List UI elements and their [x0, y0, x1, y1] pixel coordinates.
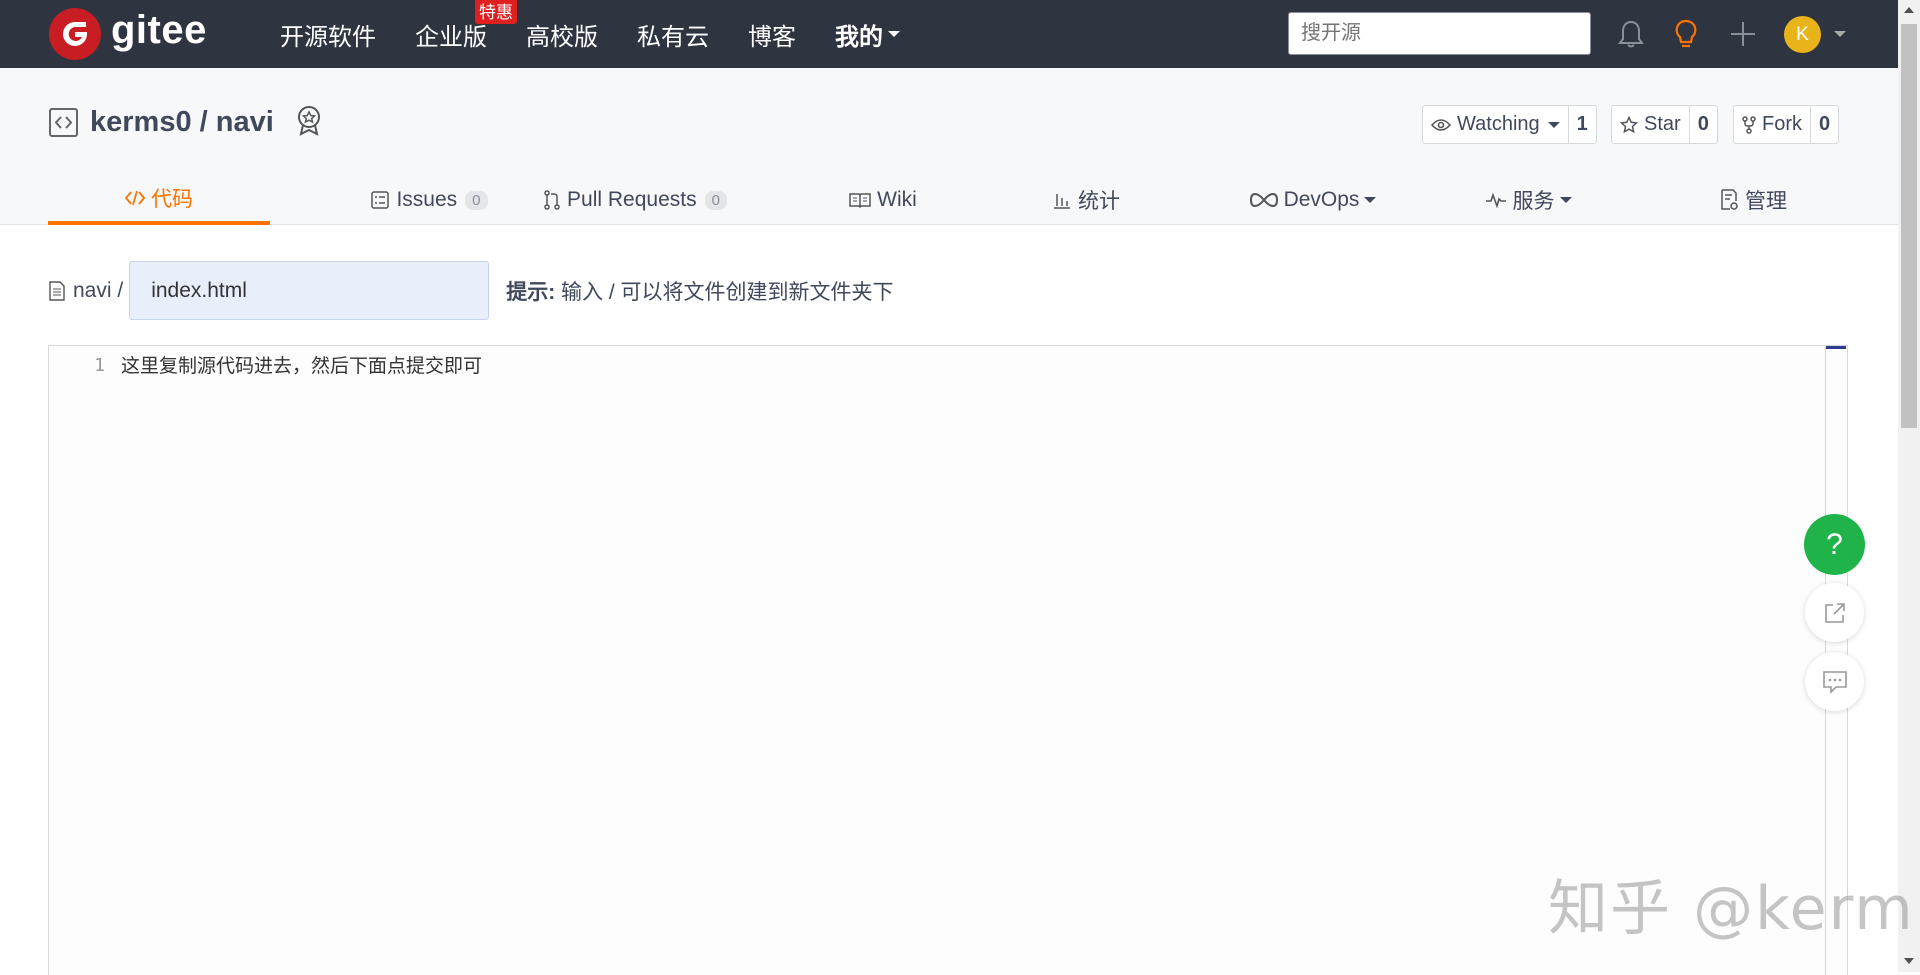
- tab-code-label: 代码: [151, 188, 193, 211]
- tab-devops[interactable]: DevOps: [1213, 175, 1413, 225]
- plus-icon[interactable]: [1726, 17, 1760, 51]
- fork-button[interactable]: Fork: [1734, 106, 1811, 143]
- user-avatar[interactable]: K: [1784, 16, 1821, 53]
- path-root-label: navi /: [73, 278, 124, 302]
- nav-blog[interactable]: 博客: [748, 17, 796, 52]
- line-number: 1: [94, 355, 105, 376]
- avatar-chevron-down-icon[interactable]: [1834, 31, 1846, 37]
- share-icon: [1824, 602, 1845, 623]
- eye-icon: [1431, 118, 1451, 131]
- infinity-icon: [1249, 192, 1278, 208]
- gitee-logo[interactable]: gitee: [49, 8, 207, 60]
- logo-text: gitee: [111, 7, 207, 52]
- line-gutter: 1: [49, 346, 115, 382]
- nav-enterprise-label: 企业版: [415, 23, 487, 51]
- path-hint: 提示: 输入 / 可以将文件创建到新文件夹下: [506, 276, 893, 306]
- code-area[interactable]: 这里复制源代码进去，然后下面点提交即可: [121, 350, 1825, 382]
- editor-scroll-marker: [1826, 346, 1846, 349]
- path-hint-label: 提示:: [506, 280, 556, 304]
- nav-mine-label: 我的: [835, 23, 883, 51]
- fork-count[interactable]: 0: [1811, 106, 1838, 143]
- pulse-icon: [1485, 192, 1506, 208]
- nav-mine-dropdown[interactable]: 我的: [835, 17, 900, 52]
- repo-tabs: 代码 Issues 0 Pull Requests 0 Wiki 统计 DevO…: [48, 175, 1850, 225]
- scroll-up-icon[interactable]: [1904, 7, 1914, 13]
- tab-services[interactable]: 服务: [1453, 175, 1603, 225]
- search-input[interactable]: [1288, 12, 1591, 55]
- code-icon: [125, 190, 145, 206]
- pull-request-icon: [544, 190, 560, 210]
- tab-manage-label: 管理: [1745, 190, 1787, 213]
- issues-count-badge: 0: [465, 190, 488, 210]
- file-path-row: navi / 提示: 输入 / 可以将文件创建到新文件夹下: [49, 261, 894, 320]
- page-scrollbar[interactable]: [1898, 0, 1920, 972]
- chevron-down-icon: [1547, 121, 1560, 128]
- repo-name-link[interactable]: kerms0 / navi: [90, 106, 274, 139]
- fork-icon: [1742, 115, 1756, 134]
- tab-wiki[interactable]: Wiki: [798, 175, 968, 225]
- chat-icon: [1822, 670, 1847, 694]
- star-icon: [1620, 115, 1638, 133]
- watermark: 知乎 @kerm: [1548, 874, 1915, 944]
- star-label: Star: [1644, 113, 1681, 135]
- chevron-down-icon: [888, 31, 900, 37]
- tab-code[interactable]: 代码: [48, 175, 270, 225]
- tab-pull-requests[interactable]: Pull Requests 0: [520, 175, 750, 225]
- tab-stats-label: 统计: [1078, 190, 1120, 213]
- share-button[interactable]: [1805, 583, 1864, 642]
- code-line[interactable]: 这里复制源代码进去，然后下面点提交即可: [121, 350, 1825, 382]
- settings-doc-icon: [1721, 189, 1738, 210]
- repo-header: kerms0 / navi Watching 1 Star 0 Fork 0 代…: [0, 68, 1898, 225]
- pull-requests-count-badge: 0: [704, 190, 727, 210]
- file-icon: [49, 280, 65, 301]
- book-icon: [849, 193, 871, 208]
- tab-manage[interactable]: 管理: [1668, 175, 1838, 225]
- chevron-down-icon: [1559, 197, 1572, 203]
- path-hint-text: 输入 / 可以将文件创建到新文件夹下: [561, 280, 894, 304]
- feedback-button[interactable]: [1805, 652, 1864, 711]
- scroll-down-icon[interactable]: [1904, 958, 1914, 964]
- filename-input[interactable]: [129, 261, 490, 320]
- tab-stats[interactable]: 统计: [1006, 175, 1166, 225]
- issues-icon: [371, 191, 390, 209]
- tab-services-label: 服务: [1512, 190, 1555, 213]
- nav-open-source[interactable]: 开源软件: [280, 17, 376, 52]
- award-icon[interactable]: [294, 104, 324, 141]
- tab-pull-requests-label: Pull Requests: [567, 188, 697, 211]
- path-root-link[interactable]: navi /: [49, 279, 123, 303]
- promo-badge: 特惠: [475, 0, 517, 24]
- watch-group: Watching 1: [1422, 105, 1597, 144]
- bar-chart-icon: [1054, 194, 1070, 209]
- nav-private-cloud[interactable]: 私有云: [637, 17, 709, 52]
- repo-code-icon: [49, 108, 78, 137]
- repo-title: kerms0 / navi: [49, 104, 324, 141]
- gitee-logo-icon: [49, 8, 101, 60]
- top-navbar: gitee 开源软件 企业版 特惠 高校版 私有云 博客 我的 K: [0, 0, 1898, 68]
- tab-issues[interactable]: Issues 0: [324, 175, 534, 225]
- tab-wiki-label: Wiki: [877, 188, 917, 211]
- tab-devops-label: DevOps: [1283, 188, 1360, 211]
- main-nav: 开源软件 企业版 特惠 高校版 私有云 博客 我的: [280, 0, 939, 68]
- fork-label: Fork: [1762, 113, 1802, 135]
- page-scrollbar-thumb[interactable]: [1901, 24, 1917, 428]
- lightbulb-icon[interactable]: [1669, 17, 1703, 51]
- nav-enterprise[interactable]: 企业版 特惠: [415, 0, 517, 52]
- star-count[interactable]: 0: [1690, 106, 1717, 143]
- star-button[interactable]: Star: [1612, 106, 1690, 143]
- chevron-down-icon: [1364, 197, 1377, 203]
- watching-button[interactable]: Watching: [1423, 106, 1569, 143]
- help-button[interactable]: ?: [1804, 514, 1865, 575]
- nav-university[interactable]: 高校版: [526, 17, 598, 52]
- bell-icon[interactable]: [1614, 17, 1648, 51]
- tab-issues-label: Issues: [396, 188, 458, 211]
- star-group: Star 0: [1611, 105, 1718, 144]
- watching-count[interactable]: 1: [1569, 106, 1596, 143]
- watching-label: Watching: [1457, 113, 1540, 135]
- fork-group: Fork 0: [1733, 105, 1840, 144]
